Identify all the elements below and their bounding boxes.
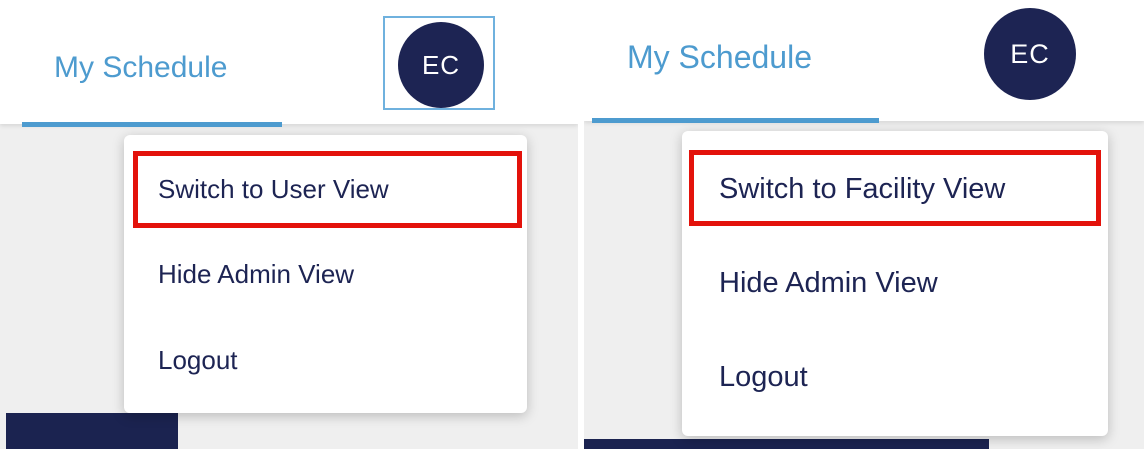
top-nav-bar: My Schedule EC: [0, 0, 578, 127]
avatar-initials: EC: [1010, 38, 1050, 69]
avatar-initials: EC: [421, 49, 461, 80]
right-panel: My Schedule EC Switch to Facility View H…: [584, 0, 1144, 449]
menu-item-switch-view[interactable]: Switch to Facility View: [719, 173, 1005, 206]
background-panel-block: [6, 413, 178, 449]
tab-my-schedule[interactable]: My Schedule: [54, 51, 227, 85]
menu-item-logout[interactable]: Logout: [158, 345, 238, 376]
user-dropdown-menu: Switch to User View Hide Admin View Logo…: [124, 135, 527, 413]
user-avatar-button[interactable]: EC: [398, 22, 484, 108]
active-tab-indicator: [22, 122, 282, 127]
user-dropdown-menu: Switch to Facility View Hide Admin View …: [682, 131, 1108, 436]
user-avatar-button[interactable]: EC: [984, 8, 1076, 100]
top-nav-bar: My Schedule EC: [584, 0, 1144, 123]
menu-item-logout[interactable]: Logout: [719, 361, 808, 394]
menu-item-switch-view[interactable]: Switch to User View: [158, 174, 389, 205]
menu-item-hide-admin-view[interactable]: Hide Admin View: [719, 267, 938, 300]
active-tab-indicator: [592, 118, 879, 123]
background-panel-block: [584, 439, 989, 449]
left-panel: My Schedule EC Switch to User View Hide …: [0, 0, 578, 449]
screenshot-canvas: My Schedule EC Switch to User View Hide …: [0, 0, 1144, 449]
tab-my-schedule[interactable]: My Schedule: [627, 39, 812, 76]
menu-item-hide-admin-view[interactable]: Hide Admin View: [158, 259, 354, 290]
